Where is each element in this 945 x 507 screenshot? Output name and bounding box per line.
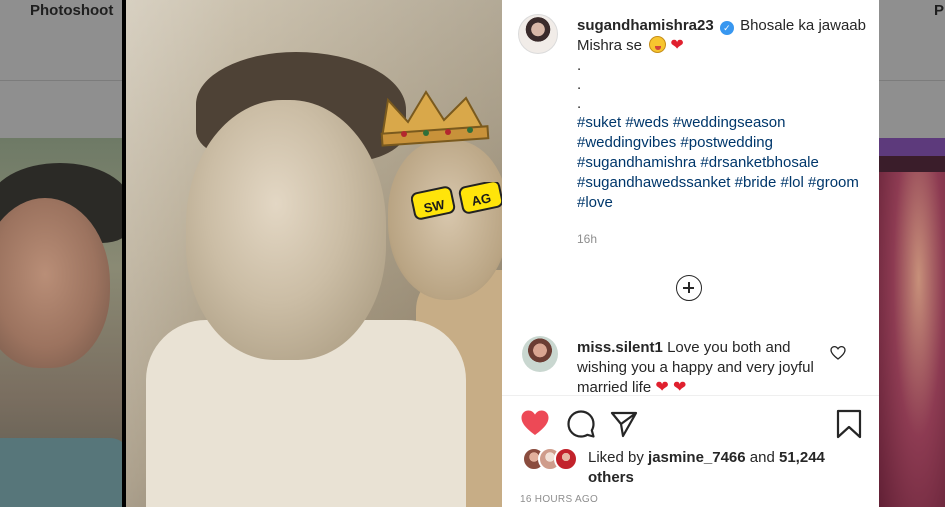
hashtag-link[interactable]: #groom — [808, 174, 859, 191]
background-thumbnail-title-right[interactable]: P — [934, 2, 944, 19]
liker-avatars[interactable] — [522, 447, 582, 473]
commenter-avatar[interactable] — [522, 336, 558, 372]
caption-dot: . — [577, 57, 582, 74]
background-thumbnail-left[interactable] — [0, 138, 122, 507]
hashtag-link[interactable]: #suket — [577, 114, 621, 131]
hashtag-link[interactable]: #postwedding — [680, 134, 773, 151]
hashtag-list: #suket #weds #weddingseason #weddingvibe… — [577, 114, 859, 211]
swag-glasses-filter-icon: SW AG — [411, 182, 502, 220]
background-thumbnail-title[interactable]: Photoshoot — [30, 2, 113, 19]
hashtag-link[interactable]: #weds — [625, 114, 668, 131]
thumbnail-collar — [0, 438, 122, 507]
hashtag-link[interactable]: #weddingseason — [673, 114, 786, 131]
thumbnail-strip — [879, 138, 945, 156]
background-thumbnail-right[interactable] — [879, 138, 945, 507]
hashtag-link[interactable]: #love — [577, 194, 613, 211]
likes-summary: Liked by jasmine_7466 and 51,244 others — [588, 448, 868, 488]
comment-icon[interactable] — [566, 409, 596, 439]
bride-face — [388, 140, 502, 300]
commenter-username[interactable]: miss.silent1 — [577, 339, 663, 356]
red-heart-emoji-icon: ❤ — [672, 379, 687, 393]
liker-avatar — [554, 447, 578, 471]
crown-filter-icon — [380, 90, 490, 147]
share-icon[interactable] — [610, 410, 638, 438]
hashtag-link[interactable]: #bride — [735, 174, 777, 191]
owner-avatar[interactable] — [518, 14, 558, 54]
likes-connector: and — [749, 449, 775, 466]
hashtag-link[interactable]: #lol — [781, 174, 804, 191]
thumbnail-photo — [879, 172, 945, 507]
comment: miss.silent1 Love you both and wishing y… — [577, 338, 817, 392]
post-side-panel: sugandhamishra23 ✓ Bhosale ka jawaab Mis… — [502, 0, 879, 507]
post-video[interactable]: SW AG — [126, 0, 502, 507]
caption: sugandhamishra23 ✓ Bhosale ka jawaab Mis… — [577, 16, 867, 213]
caption-section: sugandhamishra23 ✓ Bhosale ka jawaab Mis… — [502, 0, 879, 330]
actions-divider — [502, 395, 879, 396]
hashtag-link[interactable]: #sugandhawedssanket — [577, 174, 730, 191]
verified-badge-icon: ✓ — [719, 21, 734, 35]
hashtag-link[interactable]: #weddingvibes — [577, 134, 676, 151]
caption-dot: . — [577, 76, 582, 93]
likes-prefix: Liked by — [588, 449, 644, 466]
post-date[interactable]: 16 HOURS AGO — [520, 494, 598, 505]
hashtag-link[interactable]: #drsanketbhosale — [700, 154, 818, 171]
heart-icon[interactable] — [520, 409, 550, 437]
bookmark-icon[interactable] — [836, 409, 862, 439]
owner-username[interactable]: sugandhamishra23 — [577, 17, 714, 34]
comment-like-heart-icon[interactable] — [830, 345, 846, 361]
liker-username[interactable]: jasmine_7466 — [648, 449, 746, 466]
hashtag-link[interactable]: #sugandhamishra — [577, 154, 696, 171]
caption-timestamp[interactable]: 16h — [577, 232, 597, 246]
zany-face-emoji-icon — [649, 36, 667, 53]
red-heart-emoji-icon: ❤ — [655, 379, 669, 393]
caption-dot: . — [577, 95, 582, 112]
add-icon[interactable] — [676, 275, 702, 301]
groom-face — [186, 100, 386, 360]
red-heart-emoji-icon: ❤ — [670, 37, 684, 54]
